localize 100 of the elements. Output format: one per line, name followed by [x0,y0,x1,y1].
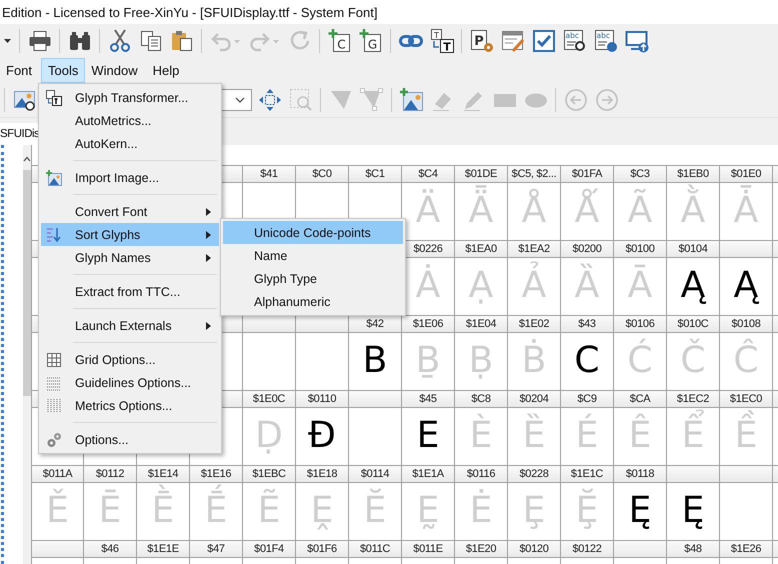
glyph-code: $1E04 [466,318,496,330]
form-edit-icon[interactable] [500,29,524,53]
menu-bar-item[interactable]: Font [0,58,42,83]
scissors-icon[interactable] [108,29,132,53]
glyph-code: $01FA [572,168,602,180]
glyph[interactable]: Ę [628,486,652,537]
menu-item[interactable]: Import Image... [41,166,219,189]
glyph-code: $1EC2 [676,393,710,405]
grid-icon [46,352,62,368]
glyph-code: $1E06 [412,318,444,330]
glyph-code: $0116 [466,468,496,480]
glyph-code: $011E [413,543,443,555]
guidelines-icon [46,374,62,390]
glyph-code: $0200 [572,243,602,255]
checkbox-icon[interactable] [532,29,556,53]
menu-bar-item[interactable]: Window [85,58,147,83]
sort-icon [46,226,62,242]
scrollbar-thumb[interactable] [23,170,31,396]
glyph-code: $0122 [572,543,602,555]
glyph-code: $1EA0 [465,243,497,255]
copy-icon[interactable] [138,29,162,53]
menu-item[interactable]: Launch Externals [41,314,219,337]
glyph-code: $01F6 [307,543,337,555]
glyph-code: $0228 [519,468,549,480]
printer-icon[interactable] [28,29,52,53]
glyph-code: $011A [42,468,72,480]
glyph-code: $45 [419,393,437,405]
menu-item[interactable]: Extract from TTC... [41,280,219,303]
submenu-item[interactable]: Glyph Type [223,267,403,290]
glyph-code: $1E0C [252,393,286,405]
glyph-code: $0108 [731,318,761,330]
glyph-code: $C9 [577,393,597,405]
menu-item[interactable]: Glyph Transformer... [41,86,219,109]
glyph[interactable]: B [362,336,388,387]
menu-item[interactable]: Options... [41,428,219,451]
fit-view-icon[interactable] [258,88,282,112]
glyph-code: $1EBC [252,468,286,480]
glyph-code: $1EC0 [730,393,762,405]
glyph-code: $01E0 [730,168,762,180]
glyph-code: $42 [366,318,384,330]
glyph[interactable]: C [574,336,600,387]
glyph-code: $C1 [365,168,385,180]
glyph-code: $46 [101,543,119,555]
submenu-item[interactable]: Name [223,244,403,267]
menu-item[interactable]: Guidelines Options... [41,371,219,394]
metrics-icon [46,398,62,414]
glyph[interactable]: Ę [682,486,704,537]
glyph-code: $48 [684,543,702,555]
glyph[interactable]: E [416,411,440,462]
glyph-code: $0114 [360,468,390,480]
menu-bar-item[interactable]: Tools [41,58,86,83]
glyph-code: $43 [578,318,596,330]
glyph-code: $0118 [626,468,654,480]
submenu-item[interactable]: Unicode Code-points [223,221,403,244]
glyph-code: $C3 [630,168,650,180]
transform-icon [46,90,62,106]
menu-item[interactable]: Metrics Options... [41,394,219,417]
glyph-code: $0204 [519,393,549,405]
menu-item[interactable]: Grid Options... [41,348,219,371]
paste-icon[interactable] [170,29,194,53]
window-title: Edition - Licensed to Free-XinYu - [SFUIDisplay.ttf - System Font] [2,4,378,20]
glyph-code: $0110 [308,393,336,405]
glyph-code: $010C [678,318,708,330]
glyph-code: $0104 [678,243,708,255]
glyph[interactable]: Đ [308,411,336,462]
menu-item[interactable]: Glyph Names [41,246,219,269]
glyph-code: $1E1A [412,468,444,480]
glyph-code: $01F4 [254,543,284,555]
glyph-code: $0100 [625,243,655,255]
monitor-upload-icon[interactable] [624,29,648,53]
glyph[interactable]: Ą [680,261,706,312]
glyph-code: $1E20 [466,543,496,555]
submenu-item[interactable]: Alphanumeric [223,290,403,313]
glyph-code: $0120 [519,543,549,555]
glyph-code: $1E1E [147,543,179,555]
glyph-code: $1EB0 [677,168,709,180]
binoculars-icon[interactable] [68,29,92,53]
add-image-icon[interactable] [400,88,424,112]
glyph-code: $0226 [413,243,443,255]
menu-item[interactable]: Convert Font [41,200,219,223]
glyph-code: $1E14 [148,468,178,480]
glyph-code: $011C [360,543,390,555]
glyph-code: $C5, $2... [512,168,556,180]
menu-bar-item[interactable]: Help [146,58,188,83]
glyph-code: $1E18 [306,468,338,480]
glyph-code: $0112 [96,468,124,480]
glyph-code: $1E02 [518,318,550,330]
glyph-code: $0106 [625,318,655,330]
menu-item[interactable]: Sort Glyphs [41,223,219,246]
glyph[interactable]: Ą [734,261,758,312]
glyph-code: $41 [260,168,278,180]
glyph-code: $1E16 [200,468,232,480]
glyph-code: $CA [630,393,650,405]
gears-icon [46,432,62,448]
chevron-down-icon [235,97,245,103]
glyph-code: $C0 [312,168,332,180]
glyph-code: $1E26 [730,543,762,555]
add-image-icon [46,170,62,186]
scroll-up-icon[interactable] [23,155,31,163]
glyph-code: $C8 [471,393,491,405]
